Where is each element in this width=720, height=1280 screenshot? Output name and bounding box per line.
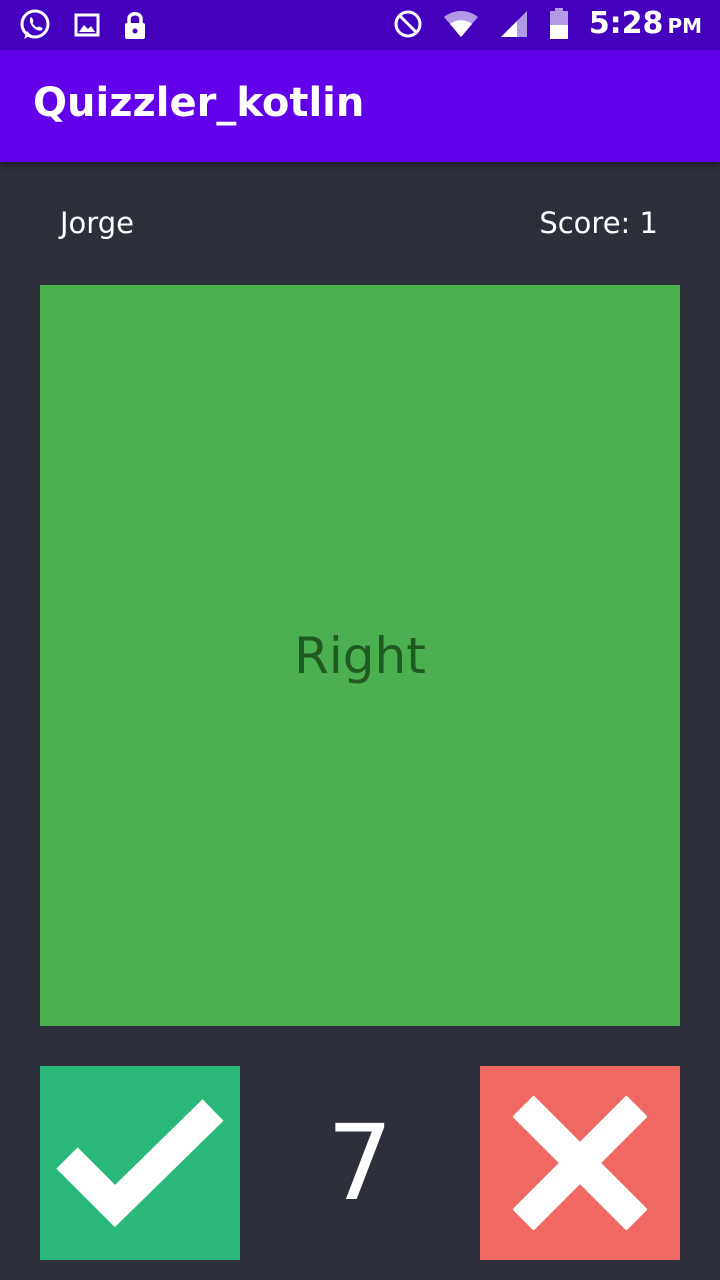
player-name: Jorge <box>60 206 134 240</box>
check-icon <box>55 1098 225 1228</box>
battery-icon <box>549 7 569 40</box>
question-text: Right <box>294 626 426 685</box>
whatsapp-icon <box>18 8 52 42</box>
status-time: 5:28 <box>588 6 664 41</box>
status-clock: 5:28 PM <box>589 6 702 41</box>
score-label: Score: 1 <box>539 206 658 240</box>
status-right-icons: 5:28 PM <box>393 6 702 41</box>
status-ampm: PM <box>667 14 702 38</box>
wifi-icon <box>443 10 479 38</box>
do-not-disturb-icon <box>393 9 423 39</box>
close-icon <box>513 1096 647 1230</box>
false-button[interactable] <box>480 1066 680 1260</box>
question-card: Right <box>40 285 680 1026</box>
question-number: 7 <box>326 1102 394 1224</box>
signal-icon <box>499 9 529 39</box>
image-icon <box>74 12 100 38</box>
true-button[interactable] <box>40 1066 240 1260</box>
status-bar: 5:28 PM <box>0 0 720 50</box>
app-bar: Quizzler_kotlin <box>0 50 720 162</box>
lock-icon <box>122 10 148 40</box>
status-left-icons <box>18 8 148 42</box>
app-title: Quizzler_kotlin <box>33 80 365 126</box>
